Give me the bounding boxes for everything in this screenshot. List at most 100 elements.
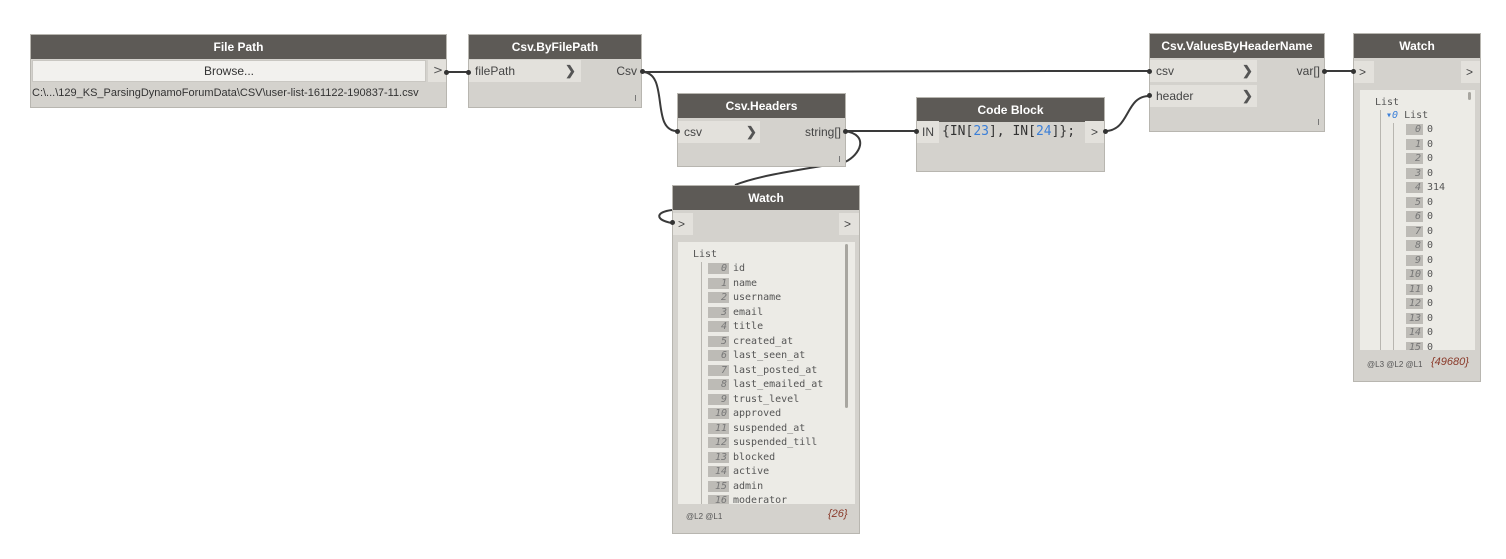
list-item[interactable]: 30 bbox=[1406, 167, 1433, 181]
node-title: Watch bbox=[673, 186, 859, 210]
csv-headers-node[interactable]: Csv.Headers csv ❯ string[] bbox=[677, 93, 846, 167]
tree-guide bbox=[701, 262, 702, 504]
browse-button[interactable]: Browse... bbox=[32, 60, 426, 82]
list-value: 0 bbox=[1427, 211, 1434, 222]
list-item[interactable]: 15 admin bbox=[708, 480, 763, 494]
list-item[interactable]: 10 approved bbox=[708, 407, 781, 421]
input-port-header[interactable]: header ❯ bbox=[1150, 85, 1257, 107]
list-item[interactable]: 14 0 bbox=[1406, 326, 1433, 340]
list-item[interactable]: 13 blocked bbox=[708, 451, 775, 465]
list-item[interactable]: 4 314 bbox=[1406, 181, 1445, 195]
scrollbar[interactable] bbox=[1468, 92, 1471, 100]
port-dot bbox=[1322, 69, 1327, 74]
watch-headers-node[interactable]: Watch > > List 0 id 1 name 2 username 3 email 4 t… bbox=[672, 185, 860, 534]
output-port[interactable]: > bbox=[1461, 61, 1480, 83]
list-index: 12 bbox=[708, 437, 729, 448]
chevron-right-icon: ❯ bbox=[746, 124, 757, 139]
input-port-in[interactable]: IN bbox=[917, 121, 939, 143]
watch-list-view[interactable]: List 0 id 1 name 2 username 3 email 4 title 5 creat… bbox=[678, 242, 855, 504]
code-block-node[interactable]: Code Block IN {IN[23], IN[24]}; > bbox=[916, 97, 1105, 172]
list-item[interactable]: 2 username bbox=[708, 291, 781, 305]
list-value: 0 bbox=[1427, 298, 1434, 309]
list-value: 0 bbox=[1427, 153, 1434, 164]
list-item[interactable]: 6 last_seen_at bbox=[708, 349, 805, 363]
sublist-name: List bbox=[1404, 110, 1429, 121]
list-item[interactable]: 11 suspended_at bbox=[708, 422, 805, 436]
resize-handle[interactable] bbox=[1318, 119, 1319, 125]
port-dot bbox=[914, 129, 919, 134]
list-item[interactable]: 20 bbox=[1406, 152, 1433, 166]
node-title: File Path bbox=[31, 35, 446, 59]
output-port-csv[interactable]: Csv bbox=[609, 60, 641, 82]
scrollbar[interactable] bbox=[845, 244, 848, 408]
list-item[interactable]: 5 created_at bbox=[708, 335, 793, 349]
list-item[interactable]: 10 0 bbox=[1406, 268, 1433, 282]
list-index: 2 bbox=[1406, 153, 1423, 164]
list-value: trust_level bbox=[733, 393, 800, 405]
code-editor[interactable]: {IN[23], IN[24]}; bbox=[942, 121, 1075, 143]
list-item[interactable]: 1 name bbox=[708, 277, 757, 291]
resize-handle[interactable] bbox=[839, 156, 840, 162]
list-index: 8 bbox=[708, 379, 729, 390]
csv-values-by-header-node[interactable]: Csv.ValuesByHeaderName csv ❯ header ❯ va… bbox=[1149, 33, 1325, 132]
tree-guide bbox=[1393, 123, 1394, 350]
list-value: blocked bbox=[733, 451, 776, 463]
output-port[interactable]: > bbox=[839, 213, 859, 235]
list-value: last_emailed_at bbox=[733, 379, 824, 390]
csv-by-file-path-node[interactable]: Csv.ByFilePath filePath ❯ Csv bbox=[468, 34, 642, 108]
list-item[interactable]: 60 bbox=[1406, 210, 1433, 224]
list-item[interactable]: 50 bbox=[1406, 196, 1433, 210]
list-item[interactable]: 15 0 bbox=[1406, 341, 1433, 350]
sublist-label[interactable]: ▾0 List bbox=[1386, 109, 1428, 123]
list-index: 13 bbox=[1406, 312, 1423, 324]
port-label: IN bbox=[922, 125, 934, 139]
list-item[interactable]: 12 0 bbox=[1406, 297, 1433, 311]
list-item[interactable]: 13 0 bbox=[1406, 312, 1433, 326]
list-item[interactable]: 16 moderator bbox=[708, 494, 787, 504]
port-dot bbox=[843, 129, 848, 134]
list-item[interactable]: 11 0 bbox=[1406, 283, 1433, 297]
node-title: Csv.ByFilePath bbox=[469, 35, 641, 59]
list-item[interactable]: 9 trust_level bbox=[708, 393, 799, 407]
resize-handle[interactable] bbox=[635, 95, 636, 101]
chevron-right-icon: > bbox=[1090, 125, 1098, 139]
list-item[interactable]: 0 id bbox=[708, 262, 745, 276]
output-port[interactable]: > bbox=[1085, 121, 1104, 143]
port-dot bbox=[1351, 69, 1356, 74]
list-item[interactable]: 00 bbox=[1406, 123, 1433, 137]
list-index: 0 bbox=[708, 263, 729, 274]
list-value: suspended_till bbox=[733, 437, 818, 448]
list-item[interactable]: 90 bbox=[1406, 254, 1433, 268]
list-item[interactable]: 80 bbox=[1406, 239, 1433, 253]
list-item[interactable]: 14 active bbox=[708, 465, 769, 479]
file-path-node[interactable]: File Path Browse... > C:\...\129_KS_Pars… bbox=[30, 34, 447, 108]
chevron-right-icon: ❯ bbox=[565, 63, 576, 78]
input-port[interactable]: > bbox=[673, 213, 693, 235]
list-item[interactable]: 4 title bbox=[708, 320, 763, 334]
list-item[interactable]: 7 last_posted_at bbox=[708, 364, 817, 378]
port-label: Csv bbox=[616, 64, 637, 78]
input-port[interactable]: > bbox=[1354, 61, 1374, 83]
list-index: 1 bbox=[708, 277, 729, 289]
list-item[interactable]: 3 email bbox=[708, 306, 763, 320]
output-port-var-array[interactable]: var[] bbox=[1286, 60, 1324, 82]
list-index: 14 bbox=[708, 466, 729, 477]
output-port-string-array[interactable]: string[] bbox=[788, 121, 845, 143]
list-item[interactable]: 10 bbox=[1406, 138, 1433, 152]
list-index: 9 bbox=[1406, 254, 1423, 266]
watch-values-node[interactable]: Watch > > List ▾0 List 0 0 1 0 2 0 3 0 4 314 5 0 6 0 7… bbox=[1353, 33, 1481, 382]
list-item[interactable]: 70 bbox=[1406, 225, 1433, 239]
list-item[interactable]: 8 last_emailed_at bbox=[708, 378, 823, 392]
wire-codeblock-to-valuesbyheader bbox=[1104, 95, 1150, 132]
input-port-csv[interactable]: csv ❯ bbox=[1150, 60, 1257, 82]
list-value: active bbox=[733, 466, 770, 477]
input-port-csv[interactable]: csv ❯ bbox=[678, 121, 760, 143]
list-item[interactable]: 12 suspended_till bbox=[708, 436, 817, 450]
input-port-filepath[interactable]: filePath ❯ bbox=[469, 60, 581, 82]
list-index: 0 bbox=[1406, 124, 1423, 135]
watch-list-view[interactable]: List ▾0 List 0 0 1 0 2 0 3 0 4 314 5 0 6 0 7 0 8 0 9 0 10 0 11… bbox=[1360, 90, 1475, 350]
list-value: approved bbox=[733, 408, 782, 419]
port-dot bbox=[444, 70, 449, 75]
list-index: 6 bbox=[708, 350, 729, 361]
code-number: 24 bbox=[1035, 124, 1052, 139]
